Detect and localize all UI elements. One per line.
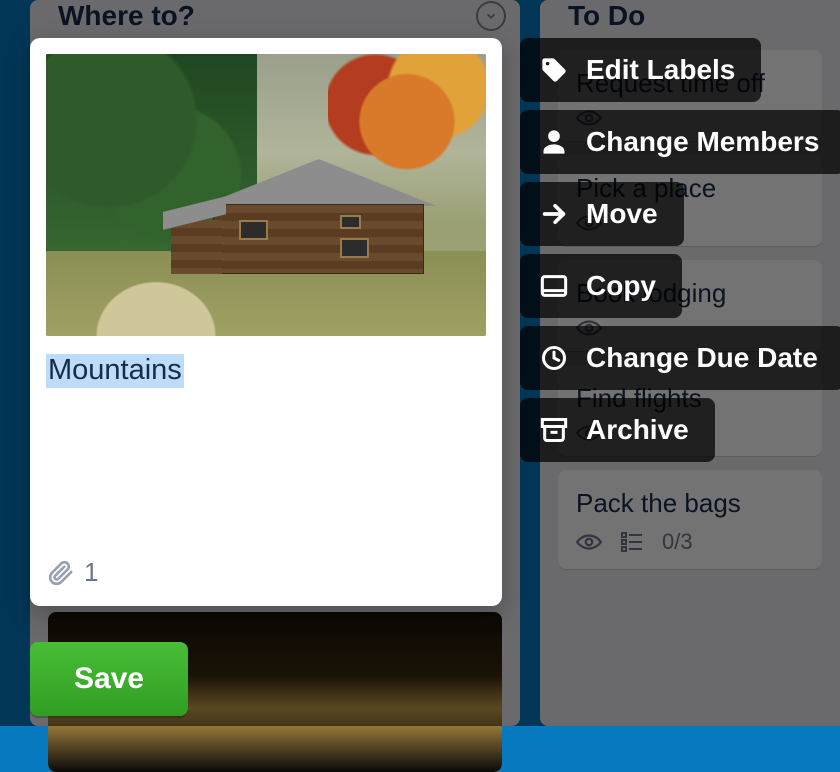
- quick-edit-card[interactable]: Mountains 1: [30, 38, 502, 606]
- attachment-badge: 1: [48, 557, 486, 588]
- card-icon: [540, 274, 568, 298]
- quick-action-menu: Edit Labels Change Members Move Copy Cha…: [520, 38, 840, 462]
- card-title-input[interactable]: Mountains: [46, 354, 486, 387]
- action-label: Edit Labels: [586, 54, 735, 86]
- card-title-text: Mountains: [46, 354, 184, 388]
- save-button[interactable]: Save: [30, 642, 188, 716]
- copy-button[interactable]: Copy: [520, 254, 682, 318]
- action-label: Change Members: [586, 126, 819, 158]
- action-label: Change Due Date: [586, 342, 818, 374]
- archive-icon: [540, 417, 568, 443]
- move-button[interactable]: Move: [520, 182, 684, 246]
- change-members-button[interactable]: Change Members: [520, 110, 840, 174]
- action-label: Move: [586, 198, 658, 230]
- tag-icon: [540, 56, 568, 84]
- action-label: Copy: [586, 270, 656, 302]
- card-cover-image: [46, 54, 486, 336]
- change-due-date-button[interactable]: Change Due Date: [520, 326, 840, 390]
- action-label: Archive: [586, 414, 689, 446]
- clock-icon: [540, 344, 568, 372]
- edit-labels-button[interactable]: Edit Labels: [520, 38, 761, 102]
- attachment-count: 1: [84, 557, 98, 588]
- paperclip-icon: [48, 559, 74, 587]
- quick-card-editor: Mountains 1 Save: [30, 38, 502, 606]
- archive-button[interactable]: Archive: [520, 398, 715, 462]
- person-icon: [540, 128, 568, 156]
- arrow-right-icon: [540, 200, 568, 228]
